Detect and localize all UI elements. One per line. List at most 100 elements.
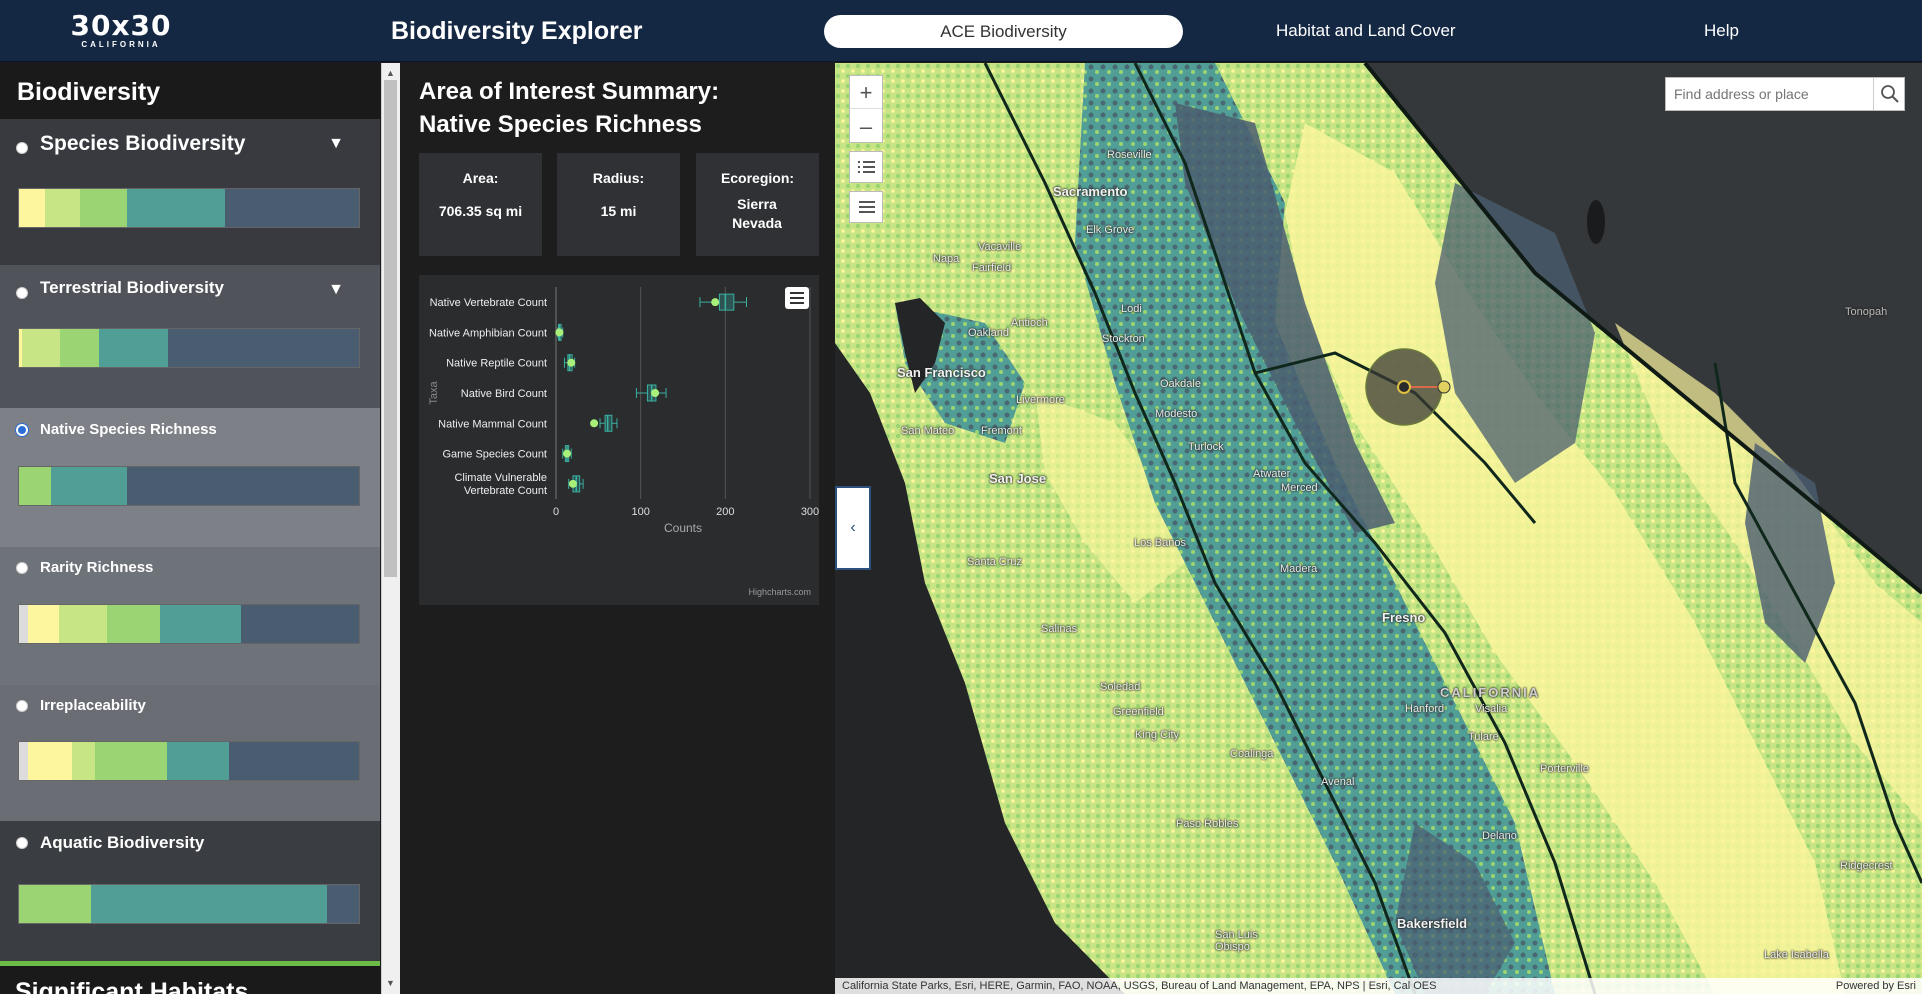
zoom-out-button[interactable]: –: [850, 110, 882, 143]
legend-swatch: [225, 189, 359, 227]
legend-swatch: [99, 329, 168, 367]
legend-button[interactable]: [849, 191, 883, 223]
category-label: Vertebrate Count: [464, 485, 547, 497]
chevron-down-icon[interactable]: ▼: [328, 135, 344, 153]
card-value: Sierra Nevada: [732, 196, 782, 231]
layer-item-species-biodiversity[interactable]: Species Biodiversity ▼: [0, 119, 380, 265]
chart-credit: Highcharts.com: [748, 587, 811, 597]
nav-tab-help[interactable]: Help: [1704, 21, 1739, 41]
powered-by-esri[interactable]: Powered by Esri: [1836, 978, 1916, 994]
chart-menu-icon[interactable]: [785, 287, 809, 309]
category-label: Native Reptile Count: [446, 358, 547, 370]
logo[interactable]: 30x30 CALIFORNIA: [62, 12, 180, 52]
legend-swatch: [127, 189, 225, 227]
legend-bar: [18, 188, 360, 228]
legend-bar: [18, 741, 360, 781]
map-label: Lodi: [1121, 303, 1142, 315]
radio-button-selected[interactable]: [16, 424, 28, 436]
legend-swatch: [51, 467, 127, 505]
category-label: Native Amphibian Count: [429, 327, 547, 339]
category-label: Game Species Count: [442, 449, 547, 461]
category-label: Native Vertebrate Count: [430, 297, 547, 309]
address-search: [1665, 77, 1905, 111]
zoom-control: + –: [849, 75, 883, 143]
legend-swatch: [59, 605, 107, 643]
legend-swatch: [160, 605, 241, 643]
layer-label: Terrestrial Biodiversity: [40, 278, 224, 297]
map-label: Merced: [1281, 482, 1318, 494]
map-label: Tulare: [1468, 731, 1499, 743]
map-label: Paso Robles: [1176, 818, 1239, 830]
map-label: Livermore: [1016, 394, 1065, 406]
map-label: Atwater: [1253, 468, 1291, 480]
map-view[interactable]: Sacramento Roseville Elk Grove Vacaville…: [835, 63, 1922, 994]
legend-swatch: [19, 885, 91, 923]
scroll-down-icon[interactable]: ▼: [384, 976, 397, 990]
ecoregion-card: Ecoregion: Sierra Nevada: [696, 153, 819, 256]
legend-bar: [18, 604, 360, 644]
zoom-in-button[interactable]: +: [850, 76, 882, 109]
map-label: Fairfield: [972, 262, 1012, 274]
collapse-panel-button[interactable]: ‹: [835, 486, 871, 570]
x-tick-label: 100: [631, 506, 649, 518]
map-label: Santa Cruz: [967, 556, 1023, 568]
radio-button[interactable]: [16, 562, 28, 574]
layer-item-terrestrial-biodiversity[interactable]: Terrestrial Biodiversity ▼: [0, 265, 380, 408]
map-label: San Mateo: [901, 425, 955, 437]
legend-swatch: [167, 742, 229, 780]
legend-swatch: [95, 742, 167, 780]
map-label: King City: [1135, 729, 1180, 741]
nav-tab-ace-biodiversity[interactable]: ACE Biodiversity: [824, 15, 1183, 48]
legend-bar: [18, 884, 360, 924]
layer-item-aquatic-biodiversity[interactable]: Aquatic Biodiversity: [0, 821, 380, 961]
map-label: Soledad: [1100, 681, 1141, 693]
legend-swatch: [241, 605, 359, 643]
taxa-boxplot-chart: 0 100 200 300 Counts Taxa Highcharts.com Native…: [419, 275, 819, 605]
layer-item-irreplaceability[interactable]: Irreplaceability: [0, 685, 380, 821]
legend-swatch: [19, 742, 28, 780]
layer-list-button[interactable]: [849, 151, 883, 183]
data-point: [567, 358, 576, 367]
scroll-up-icon[interactable]: ▲: [384, 66, 397, 80]
map-label: Delano: [1482, 830, 1517, 842]
radio-button[interactable]: [16, 837, 28, 849]
legend-swatch: [72, 742, 95, 780]
map-label: Stockton: [1102, 333, 1145, 345]
legend-swatch: [22, 329, 60, 367]
panel-title-line2: Native Species Richness: [419, 111, 702, 138]
layer-item-native-species-richness[interactable]: Native Species Richness: [0, 408, 380, 547]
scrollbar-thumb[interactable]: [384, 80, 397, 577]
category-label: Native Mammal Count: [438, 418, 547, 430]
map-label: Salinas: [1041, 623, 1078, 635]
data-point: [555, 328, 564, 337]
nav-tab-habitat-land-cover[interactable]: Habitat and Land Cover: [1276, 21, 1456, 41]
card-title: Area:: [462, 170, 499, 186]
map-label: Porterville: [1540, 763, 1589, 775]
map-label: San Francisco: [897, 365, 986, 380]
search-input[interactable]: [1666, 78, 1874, 110]
map-label: Hanford: [1405, 703, 1445, 715]
legend-swatch: [60, 329, 99, 367]
map-label: Tonopah: [1845, 306, 1888, 318]
radio-button[interactable]: [16, 700, 28, 712]
radio-button[interactable]: [16, 287, 28, 299]
data-point: [568, 479, 577, 488]
data-point: [563, 449, 572, 458]
radio-button[interactable]: [16, 142, 28, 154]
chevron-down-icon[interactable]: ▼: [328, 281, 344, 299]
data-point: [651, 389, 660, 397]
legend-swatch: [19, 467, 51, 505]
data-point: [711, 298, 720, 307]
legend-swatch: [80, 189, 127, 227]
layer-item-rarity-richness[interactable]: Rarity Richness: [0, 547, 380, 685]
box: [718, 293, 735, 311]
map-label: Fremont: [981, 425, 1022, 437]
section-header[interactable]: Significant Habitats: [0, 961, 380, 994]
map-label: Oakdale: [1160, 378, 1201, 390]
map-label: Oakland: [968, 327, 1009, 339]
map-canvas[interactable]: [835, 63, 1922, 994]
layer-label: Native Species Richness: [40, 421, 217, 438]
x-tick-label: 300: [801, 506, 819, 518]
search-button[interactable]: [1873, 78, 1904, 110]
summary-panel: Area of Interest Summary: Native Species…: [400, 63, 835, 994]
